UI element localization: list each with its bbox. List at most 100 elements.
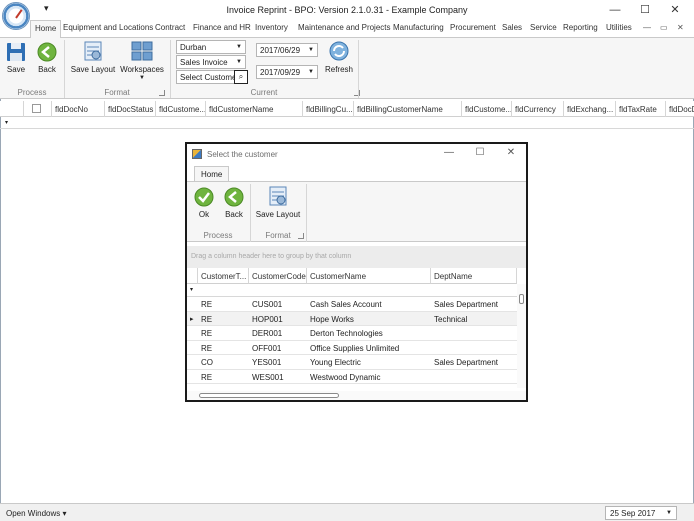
ok-button[interactable]: Ok <box>192 187 216 219</box>
tab-reporting[interactable]: Reporting <box>563 23 598 32</box>
filter-icon: ▾ <box>190 287 194 293</box>
ribbon-restore-button[interactable]: ▭ <box>660 23 668 32</box>
dialog-maximize-button[interactable]: ☐ <box>470 147 490 158</box>
column-header[interactable]: fldCustome... <box>156 101 206 117</box>
dialog-close-button[interactable]: ✕ <box>501 147 521 158</box>
column-header[interactable]: fldDocDe <box>666 101 694 117</box>
save-layout-icon <box>269 186 287 206</box>
table-row[interactable]: RE WES001 Westwood Dynamic <box>187 370 517 384</box>
tab-utilities[interactable]: Utilities <box>606 23 632 32</box>
tab-contract[interactable]: Contract <box>155 23 185 32</box>
save-label: Save <box>6 65 26 74</box>
horizontal-scrollbar[interactable] <box>187 391 526 400</box>
column-header-customer-type[interactable]: CustomerT... <box>198 268 249 284</box>
status-date-value: 25 Sep 2017 <box>610 509 656 518</box>
cell-customer-code: OFF001 <box>252 343 282 353</box>
status-bar: Open Windows ▾ 25 Sep 2017 ▼ <box>0 503 694 521</box>
date-to-picker[interactable]: 2017/09/29 ▼ <box>256 65 318 79</box>
table-row[interactable]: CO YES001 Young Electric Sales Departmen… <box>187 355 517 370</box>
document-type-combobox[interactable]: Sales Invoice ▼ <box>176 55 246 69</box>
site-combobox[interactable]: Durban ▼ <box>176 40 246 54</box>
table-row[interactable]: RE CUS001 Cash Sales Account Sales Depar… <box>187 297 517 312</box>
workspaces-button[interactable]: Workspaces ▼ <box>120 40 164 81</box>
table-row[interactable]: RE OFF001 Office Supplies Unlimited <box>187 341 517 355</box>
process-group-label: Process <box>17 88 47 97</box>
close-button[interactable]: ✕ <box>661 2 689 18</box>
column-header[interactable]: fldDocNo <box>52 101 105 117</box>
tab-maintenance-and-projects[interactable]: Maintenance and Projects <box>298 23 391 32</box>
dialog-back-label: Back <box>225 210 243 219</box>
dialog-filter-row[interactable]: ▾ <box>187 284 517 297</box>
dialog-format-launcher-icon[interactable] <box>298 233 304 239</box>
cell-customer-name: Westwood Dynamic <box>310 372 381 382</box>
cell-customer-code: WES001 <box>252 372 284 382</box>
column-header[interactable]: fldBillingCustomerName <box>354 101 462 117</box>
maximize-button[interactable]: ☐ <box>631 2 659 18</box>
cell-customer-name: Hope Works <box>310 314 354 324</box>
vertical-scrollbar[interactable] <box>517 284 526 388</box>
back-button[interactable]: Back <box>35 42 59 74</box>
customer-field[interactable]: Select Customer <box>176 70 239 84</box>
current-group-label: Current <box>250 88 278 97</box>
minimize-button[interactable]: — <box>601 2 629 18</box>
save-layout-button[interactable]: Save Layout <box>70 40 116 74</box>
table-row-partial[interactable] <box>187 384 517 390</box>
horizontal-scroll-thumb[interactable] <box>199 393 339 398</box>
column-header[interactable]: fldCustome... <box>462 101 512 117</box>
column-header-customer-code[interactable]: CustomerCode <box>249 268 307 284</box>
column-header[interactable]: fldCustomerName <box>206 101 303 117</box>
open-windows-menu[interactable]: Open Windows ▾ <box>6 509 66 518</box>
save-button[interactable]: Save <box>5 42 27 74</box>
column-header[interactable]: fldExchang... <box>564 101 616 117</box>
back-arrow-icon <box>224 187 244 207</box>
current-dialog-launcher-icon[interactable] <box>354 90 360 96</box>
title-bar: ▾ Invoice Reprint - BPO: Version 2.1.0.3… <box>0 0 694 30</box>
customer-value: Select Customer <box>180 73 240 82</box>
dialog-back-button[interactable]: Back <box>222 187 246 219</box>
group-separator <box>358 40 359 98</box>
column-header[interactable]: fldBillingCu... <box>303 101 354 117</box>
ribbon-minimize-button[interactable]: — <box>643 23 651 32</box>
cell-customer-type: RE <box>201 300 213 309</box>
cell-customer-name: Derton Technologies <box>310 329 383 338</box>
tab-inventory[interactable]: Inventory <box>255 23 288 32</box>
tab-home[interactable]: Home <box>30 20 62 38</box>
row-indicator-header <box>187 268 198 284</box>
cell-customer-name: Young Electric <box>310 358 361 367</box>
save-layout-icon <box>84 41 102 61</box>
vertical-scroll-thumb[interactable] <box>519 294 524 304</box>
tab-equipment-and-locations[interactable]: Equipment and Locations <box>63 23 153 32</box>
site-value: Durban <box>180 43 207 52</box>
chevron-down-icon: ▼ <box>236 59 242 65</box>
tab-manufacturing[interactable]: Manufacturing <box>393 23 444 32</box>
column-header[interactable]: fldDocStatus <box>105 101 156 117</box>
chevron-down-icon[interactable]: ▼ <box>666 510 672 516</box>
column-header-customer-name[interactable]: CustomerName <box>307 268 431 284</box>
select-all-checkbox[interactable] <box>32 104 41 113</box>
format-dialog-launcher-icon[interactable] <box>159 90 165 96</box>
column-header[interactable]: fldCurrency <box>512 101 564 117</box>
tab-sales[interactable]: Sales <box>502 23 522 32</box>
table-row[interactable]: RE DER001 Derton Technologies <box>187 326 517 341</box>
tab-finance-and-hr[interactable]: Finance and HR <box>193 23 251 32</box>
dialog-save-layout-button[interactable]: Save Layout <box>255 185 301 219</box>
tab-procurement[interactable]: Procurement <box>450 23 496 32</box>
date-from-picker[interactable]: 2017/06/29 ▼ <box>256 43 318 57</box>
customer-search-button[interactable]: ⌕ <box>234 70 248 84</box>
row-indicator-icon: ▸ <box>190 315 194 323</box>
table-row-selected[interactable]: ▸ RE HOP001 Hope Works Technical <box>187 311 517 326</box>
refresh-button[interactable]: Refresh <box>323 40 355 74</box>
tab-service[interactable]: Service <box>530 23 557 32</box>
cell-customer-code: HOP001 <box>252 314 283 324</box>
cell-dept-name: Technical <box>434 314 468 324</box>
group-by-panel[interactable]: Drag a column header here to group by th… <box>187 246 526 268</box>
dialog-tab-home[interactable]: Home <box>194 166 230 182</box>
dialog-minimize-button[interactable]: — <box>439 147 459 158</box>
select-all-header <box>24 101 52 117</box>
column-header[interactable]: fldTaxRate <box>616 101 666 117</box>
grid-filter-row[interactable]: ▾ <box>0 117 694 129</box>
app-logo-icon[interactable] <box>2 2 30 30</box>
ribbon-close-button[interactable]: ✕ <box>677 23 684 32</box>
workspaces-chevron-down-icon: ▼ <box>139 75 145 81</box>
column-header-dept-name[interactable]: DeptName <box>431 268 517 284</box>
